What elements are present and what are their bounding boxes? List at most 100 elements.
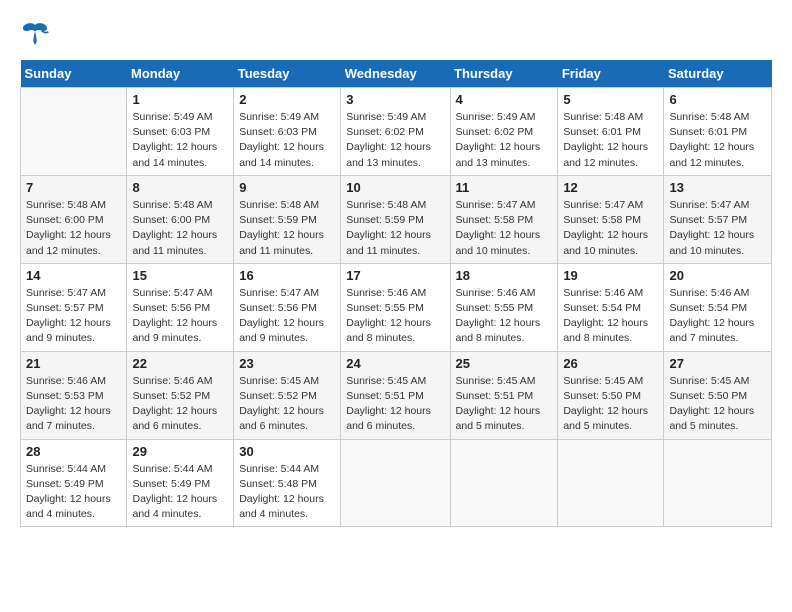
day-info: Sunrise: 5:47 AM Sunset: 5:57 PM Dayligh… [669,198,766,259]
calendar-cell: 30 Sunrise: 5:44 AM Sunset: 5:48 PM Dayli… [234,439,341,527]
calendar-cell: 5 Sunrise: 5:48 AM Sunset: 6:01 PM Daylig… [558,88,664,176]
day-info: Sunrise: 5:49 AM Sunset: 6:03 PM Dayligh… [239,110,335,171]
day-info: Sunrise: 5:48 AM Sunset: 6:01 PM Dayligh… [563,110,658,171]
day-info: Sunrise: 5:45 AM Sunset: 5:50 PM Dayligh… [669,374,766,435]
calendar-header-row: SundayMondayTuesdayWednesdayThursdayFrid… [21,60,772,88]
day-info: Sunrise: 5:44 AM Sunset: 5:49 PM Dayligh… [26,462,121,523]
calendar-cell: 21 Sunrise: 5:46 AM Sunset: 5:53 PM Dayli… [21,351,127,439]
day-number: 23 [239,356,335,371]
day-info: Sunrise: 5:47 AM Sunset: 5:56 PM Dayligh… [239,286,335,347]
day-number: 14 [26,268,121,283]
day-info: Sunrise: 5:48 AM Sunset: 6:01 PM Dayligh… [669,110,766,171]
calendar-cell: 14 Sunrise: 5:47 AM Sunset: 5:57 PM Dayli… [21,263,127,351]
day-info: Sunrise: 5:46 AM Sunset: 5:55 PM Dayligh… [346,286,444,347]
calendar-cell [21,88,127,176]
day-number: 16 [239,268,335,283]
day-info: Sunrise: 5:48 AM Sunset: 5:59 PM Dayligh… [239,198,335,259]
day-info: Sunrise: 5:45 AM Sunset: 5:51 PM Dayligh… [456,374,553,435]
day-info: Sunrise: 5:44 AM Sunset: 5:49 PM Dayligh… [132,462,228,523]
day-number: 12 [563,180,658,195]
day-info: Sunrise: 5:49 AM Sunset: 6:02 PM Dayligh… [456,110,553,171]
day-number: 4 [456,92,553,107]
day-number: 30 [239,444,335,459]
day-number: 13 [669,180,766,195]
day-info: Sunrise: 5:47 AM Sunset: 5:57 PM Dayligh… [26,286,121,347]
day-info: Sunrise: 5:48 AM Sunset: 6:00 PM Dayligh… [26,198,121,259]
calendar-table: SundayMondayTuesdayWednesdayThursdayFrid… [20,60,772,527]
calendar-week-row: 14 Sunrise: 5:47 AM Sunset: 5:57 PM Dayli… [21,263,772,351]
day-number: 6 [669,92,766,107]
calendar-cell: 12Sunrise: 5:47 AM Sunset: 5:58 PM Dayli… [558,175,664,263]
day-header-wednesday: Wednesday [341,60,450,88]
day-number: 21 [26,356,121,371]
day-number: 10 [346,180,444,195]
logo-icon [20,20,50,50]
day-header-tuesday: Tuesday [234,60,341,88]
calendar-cell: 10 Sunrise: 5:48 AM Sunset: 5:59 PM Dayli… [341,175,450,263]
day-number: 27 [669,356,766,371]
day-info: Sunrise: 5:45 AM Sunset: 5:51 PM Dayligh… [346,374,444,435]
calendar-cell: 22 Sunrise: 5:46 AM Sunset: 5:52 PM Dayli… [127,351,234,439]
calendar-cell: 29Sunrise: 5:44 AM Sunset: 5:49 PM Dayli… [127,439,234,527]
calendar-cell: 3 Sunrise: 5:49 AM Sunset: 6:02 PM Daylig… [341,88,450,176]
calendar-cell: 9 Sunrise: 5:48 AM Sunset: 5:59 PM Daylig… [234,175,341,263]
calendar-cell: 1 Sunrise: 5:49 AM Sunset: 6:03 PM Daylig… [127,88,234,176]
calendar-cell: 7 Sunrise: 5:48 AM Sunset: 6:00 PM Daylig… [21,175,127,263]
calendar-cell: 23Sunrise: 5:45 AM Sunset: 5:52 PM Dayli… [234,351,341,439]
day-number: 18 [456,268,553,283]
day-info: Sunrise: 5:48 AM Sunset: 5:59 PM Dayligh… [346,198,444,259]
day-info: Sunrise: 5:44 AM Sunset: 5:48 PM Dayligh… [239,462,335,523]
calendar-cell: 17 Sunrise: 5:46 AM Sunset: 5:55 PM Dayli… [341,263,450,351]
day-number: 15 [132,268,228,283]
day-header-friday: Friday [558,60,664,88]
calendar-week-row: 28 Sunrise: 5:44 AM Sunset: 5:49 PM Dayli… [21,439,772,527]
day-header-monday: Monday [127,60,234,88]
calendar-cell: 4 Sunrise: 5:49 AM Sunset: 6:02 PM Daylig… [450,88,558,176]
day-info: Sunrise: 5:46 AM Sunset: 5:54 PM Dayligh… [563,286,658,347]
calendar-cell [664,439,772,527]
logo [20,20,54,50]
day-number: 5 [563,92,658,107]
calendar-cell: 27 Sunrise: 5:45 AM Sunset: 5:50 PM Dayli… [664,351,772,439]
day-number: 26 [563,356,658,371]
day-number: 1 [132,92,228,107]
calendar-cell: 8Sunrise: 5:48 AM Sunset: 6:00 PM Daylig… [127,175,234,263]
day-info: Sunrise: 5:45 AM Sunset: 5:50 PM Dayligh… [563,374,658,435]
day-info: Sunrise: 5:47 AM Sunset: 5:56 PM Dayligh… [132,286,228,347]
day-number: 2 [239,92,335,107]
day-info: Sunrise: 5:46 AM Sunset: 5:55 PM Dayligh… [456,286,553,347]
day-info: Sunrise: 5:49 AM Sunset: 6:03 PM Dayligh… [132,110,228,171]
day-info: Sunrise: 5:46 AM Sunset: 5:52 PM Dayligh… [132,374,228,435]
page-header [20,20,772,50]
day-number: 8 [132,180,228,195]
day-info: Sunrise: 5:47 AM Sunset: 5:58 PM Dayligh… [456,198,553,259]
day-number: 3 [346,92,444,107]
calendar-week-row: 21 Sunrise: 5:46 AM Sunset: 5:53 PM Dayli… [21,351,772,439]
day-number: 25 [456,356,553,371]
day-number: 9 [239,180,335,195]
day-info: Sunrise: 5:49 AM Sunset: 6:02 PM Dayligh… [346,110,444,171]
calendar-cell: 18 Sunrise: 5:46 AM Sunset: 5:55 PM Dayli… [450,263,558,351]
day-number: 19 [563,268,658,283]
calendar-week-row: 7 Sunrise: 5:48 AM Sunset: 6:00 PM Daylig… [21,175,772,263]
calendar-week-row: 1 Sunrise: 5:49 AM Sunset: 6:03 PM Daylig… [21,88,772,176]
calendar-cell [558,439,664,527]
day-number: 22 [132,356,228,371]
day-number: 17 [346,268,444,283]
calendar-cell: 11 Sunrise: 5:47 AM Sunset: 5:58 PM Dayli… [450,175,558,263]
day-info: Sunrise: 5:46 AM Sunset: 5:54 PM Dayligh… [669,286,766,347]
calendar-cell: 24Sunrise: 5:45 AM Sunset: 5:51 PM Dayli… [341,351,450,439]
day-info: Sunrise: 5:46 AM Sunset: 5:53 PM Dayligh… [26,374,121,435]
calendar-cell: 15 Sunrise: 5:47 AM Sunset: 5:56 PM Dayli… [127,263,234,351]
calendar-cell: 13 Sunrise: 5:47 AM Sunset: 5:57 PM Dayli… [664,175,772,263]
calendar-cell: 26 Sunrise: 5:45 AM Sunset: 5:50 PM Dayli… [558,351,664,439]
day-header-saturday: Saturday [664,60,772,88]
calendar-cell [450,439,558,527]
day-header-thursday: Thursday [450,60,558,88]
calendar-cell: 20Sunrise: 5:46 AM Sunset: 5:54 PM Dayli… [664,263,772,351]
calendar-cell [341,439,450,527]
day-number: 7 [26,180,121,195]
day-number: 28 [26,444,121,459]
calendar-cell: 25 Sunrise: 5:45 AM Sunset: 5:51 PM Dayli… [450,351,558,439]
day-number: 11 [456,180,553,195]
